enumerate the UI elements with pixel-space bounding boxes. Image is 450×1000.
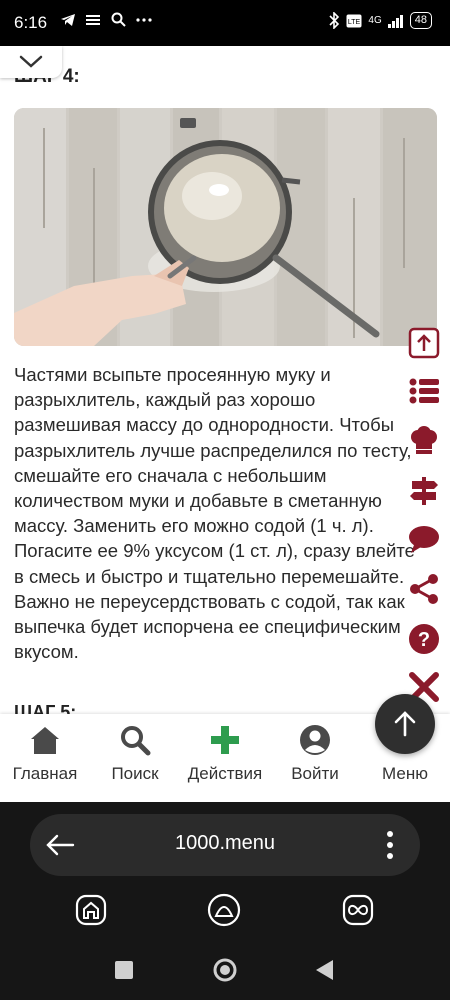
home-icon (31, 727, 59, 754)
scroll-top-icon (408, 327, 440, 359)
help-tool[interactable]: ? (406, 621, 442, 657)
home-outline-icon[interactable] (75, 894, 107, 926)
browser-bottom-bar: 1000.menu (0, 802, 450, 1000)
help-icon: ? (409, 624, 439, 654)
nav-actions[interactable]: Действия (175, 722, 275, 784)
nav-actions-label: Действия (187, 764, 263, 783)
search-icon (121, 726, 151, 756)
assistant-icon[interactable] (207, 893, 241, 927)
nav-home-label: Главная (12, 764, 78, 783)
nav-login-label: Войти (291, 764, 339, 783)
collapse-header-button[interactable] (0, 46, 62, 78)
home-circle-icon[interactable] (213, 958, 237, 982)
bluetooth-icon (329, 12, 340, 29)
signal-icon (387, 14, 403, 28)
nav-search[interactable]: Поиск (85, 722, 185, 784)
nav-home[interactable]: Главная (0, 722, 95, 784)
nav-login[interactable]: Войти (265, 722, 365, 784)
ingredients-list-tool[interactable] (406, 373, 442, 409)
steps-tool[interactable] (406, 473, 442, 509)
chevron-down-icon (19, 55, 43, 68)
status-right-icons: LTE 4G 48 (328, 12, 432, 29)
scroll-top-tool[interactable] (406, 325, 442, 361)
sieve-with-flour-photo (14, 108, 437, 346)
recent-apps-icon[interactable] (115, 961, 133, 979)
signpost-icon (410, 477, 438, 505)
page-content: ШАГ 4: (0, 46, 450, 714)
address-bar[interactable]: 1000.menu (30, 814, 420, 876)
scroll-up-button[interactable] (375, 694, 435, 754)
comment-icon (409, 526, 439, 553)
share-icon (410, 574, 438, 604)
battery-indicator: 48 (409, 12, 432, 29)
url-text[interactable]: 1000.menu (30, 832, 420, 855)
network-type: 4G (368, 15, 382, 26)
next-step-title: ШАГ 5: (14, 702, 77, 714)
chef-hat-icon (411, 426, 437, 454)
plus-icon (211, 726, 239, 754)
svg-text:?: ? (418, 629, 430, 651)
menu-lines-icon (86, 14, 101, 25)
user-icon (300, 725, 330, 755)
kebab-icon[interactable] (386, 830, 394, 860)
volte-icon: LTE (346, 14, 362, 27)
search-icon (111, 12, 126, 27)
share-tool[interactable] (406, 571, 442, 607)
arrow-up-icon (394, 711, 416, 737)
more-icon (136, 18, 152, 22)
comments-tool[interactable] (406, 521, 442, 557)
status-bar: 6:16 LTE 4G 48 (0, 0, 450, 46)
status-time: 6:16 (14, 13, 48, 32)
svg-text:LTE: LTE (348, 19, 361, 26)
nav-menu-label: Меню (382, 764, 428, 783)
chef-tool[interactable] (406, 423, 442, 459)
infinity-icon[interactable] (342, 894, 374, 926)
step-description: Частями всыпьте просеянную муку и разрых… (14, 364, 415, 663)
telegram-icon (61, 13, 75, 26)
status-left-icons (60, 11, 152, 29)
nav-search-label: Поиск (111, 764, 159, 783)
back-triangle-icon[interactable] (316, 960, 334, 980)
step-photo (14, 108, 437, 346)
list-icon (409, 378, 439, 404)
